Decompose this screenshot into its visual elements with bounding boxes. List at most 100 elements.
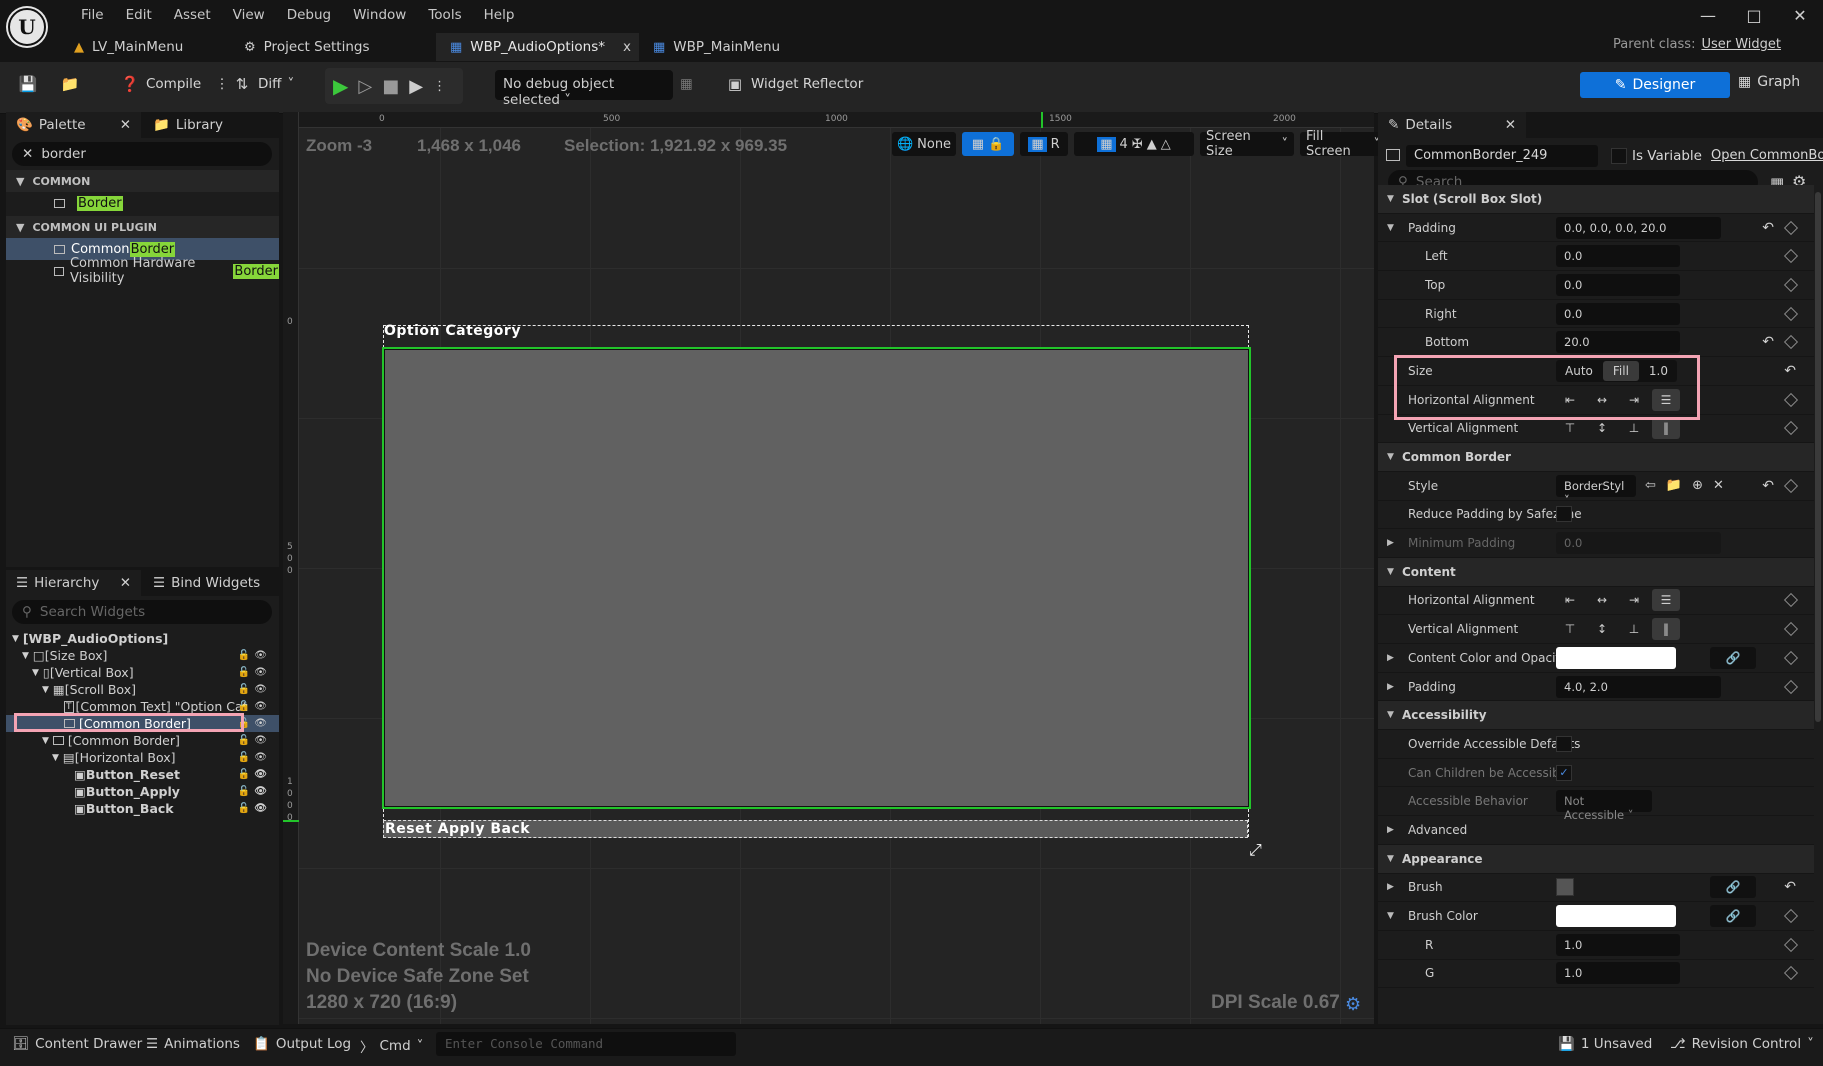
lock-eye-icon[interactable]: 🔓👁 — [238, 786, 271, 797]
section-slot[interactable]: ▼ Slot (Scroll Box Slot) — [1378, 185, 1814, 214]
close-icon[interactable]: ✕ — [120, 117, 131, 133]
brush-color-swatch[interactable] — [1556, 905, 1676, 928]
tab-wbp-audiooptions[interactable]: ▦ WBP_AudioOptions* x — [436, 33, 639, 61]
more-icon[interactable]: ⋮ — [433, 79, 446, 94]
section-content[interactable]: ▼ Content — [1378, 557, 1814, 587]
tab-hierarchy[interactable]: ☰ Hierarchy ✕ — [6, 570, 141, 596]
stop-icon[interactable]: ■ — [382, 76, 399, 97]
tab-wbp-mainmenu[interactable]: ▦ WBP_MainMenu — [639, 33, 819, 61]
tree-row[interactable]: ▼ ▦ [Scroll Box] 🔓👁 — [6, 681, 279, 698]
unsaved-button[interactable]: 💾 1 Unsaved — [1558, 1036, 1652, 1052]
align-top-icon[interactable]: ⊤ — [1556, 618, 1584, 640]
section-accessibility[interactable]: ▼ Accessibility — [1378, 701, 1814, 731]
settings-gear-icon[interactable]: ⚙ — [1345, 994, 1361, 1015]
browse-icon[interactable]: 📁 — [1666, 478, 1682, 493]
keyframe-icon[interactable] — [1783, 306, 1799, 321]
align-fill-icon[interactable]: ☰ — [1652, 589, 1680, 612]
tab-bind-widgets[interactable]: ☰ Bind Widgets — [143, 570, 270, 596]
brush-preview[interactable] — [1556, 878, 1574, 897]
lock-eye-icon[interactable]: 🔓👁 — [238, 769, 271, 780]
menu-help[interactable]: Help — [473, 7, 526, 23]
link-icon[interactable]: 🔗 — [1710, 876, 1756, 899]
keyframe-icon[interactable] — [1783, 335, 1799, 350]
lock-eye-icon[interactable]: 🔓👁 — [238, 650, 271, 661]
keyframe-icon[interactable] — [1783, 478, 1799, 493]
more-icon[interactable]: ⋮ — [215, 76, 229, 92]
keyframe-icon[interactable] — [1783, 966, 1799, 981]
lock-eye-icon[interactable]: 🔓👁 — [238, 752, 271, 763]
menu-window[interactable]: Window — [342, 7, 417, 23]
palette-item-common-hardware-visibility-border[interactable]: Common Hardware Visibility Border — [6, 256, 279, 286]
lock-eye-icon[interactable]: 🔓👁 — [238, 667, 271, 678]
is-variable-checkbox[interactable] — [1611, 148, 1627, 164]
tab-palette[interactable]: 🎨 Palette ✕ — [6, 112, 141, 138]
tree-row[interactable]: ▣ Button_Apply 🔓👁 — [6, 783, 279, 800]
details-scrollbar[interactable] — [1815, 192, 1821, 722]
screen-size-dropdown[interactable]: Screen Size ˅ — [1200, 129, 1294, 159]
save-icon[interactable]: 💾 — [18, 74, 38, 94]
align-bottom-icon[interactable]: ⊥ — [1620, 618, 1648, 640]
reset-icon[interactable]: ↶ — [1762, 334, 1774, 350]
locale-button[interactable]: 🌐 None — [892, 132, 956, 156]
keyframe-icon[interactable] — [1783, 622, 1799, 637]
align-left-icon[interactable]: ⇤ — [1556, 589, 1584, 611]
keyframe-icon[interactable] — [1783, 277, 1799, 292]
clear-icon[interactable]: ✕ — [22, 146, 33, 162]
palette-item-border[interactable]: Border — [6, 192, 279, 214]
play-icon[interactable]: ▶ — [333, 74, 348, 98]
hierarchy-search-input[interactable]: ⚲ Search Widgets — [12, 600, 272, 624]
reset-icon[interactable]: ↶ — [1784, 879, 1796, 895]
lock-eye-icon[interactable]: 🔓👁 — [238, 701, 271, 712]
section-appearance[interactable]: ▼ Appearance — [1378, 844, 1814, 874]
common-border-selected[interactable] — [382, 347, 1251, 809]
section-common-border[interactable]: ▼ Common Border — [1378, 443, 1814, 472]
animations-button[interactable]: ☰ Animations — [146, 1036, 240, 1052]
keyframe-icon[interactable] — [1783, 392, 1799, 407]
align-center-icon[interactable]: ↔ — [1588, 589, 1616, 611]
tree-row[interactable]: ▼ □ [Size Box] 🔓👁 — [6, 647, 279, 664]
reset-icon[interactable]: ↶ — [1784, 363, 1796, 379]
palette-search-input[interactable]: ✕ border — [12, 142, 272, 166]
align-fill-vertical-icon[interactable]: ‖ — [1652, 618, 1680, 641]
align-right-icon[interactable]: ⇥ — [1620, 589, 1648, 611]
content-color-swatch[interactable] — [1556, 646, 1676, 669]
tab-lv-mainmenu[interactable]: ▲ LV_MainMenu — [60, 33, 230, 61]
link-icon[interactable]: 🔗 — [1710, 905, 1756, 928]
revision-control-button[interactable]: ⎇ Revision Control ˅ — [1670, 1036, 1814, 1052]
tree-row[interactable]: ▼ ▯ [Vertical Box] 🔓👁 — [6, 664, 279, 681]
link-icon[interactable]: 🔗 — [1710, 646, 1756, 669]
menu-tools[interactable]: Tools — [417, 7, 472, 23]
graph-button[interactable]: ▦ Graph — [1738, 74, 1800, 90]
close-icon[interactable]: ✕ — [1505, 117, 1516, 133]
use-selected-icon[interactable]: ⇦ — [1645, 478, 1656, 493]
debug-object-select[interactable]: No debug object selected ˅ — [495, 70, 673, 108]
step-icon[interactable]: ▷ — [358, 76, 372, 97]
keyframe-icon[interactable] — [1783, 908, 1799, 924]
add-icon[interactable]: ⊕ — [1692, 478, 1703, 493]
console-input[interactable]: Enter Console Command — [436, 1032, 736, 1056]
lock-eye-icon[interactable]: 🔓👁 — [238, 684, 271, 695]
palette-category-common-ui[interactable]: ▼ COMMON UI PLUGIN — [6, 216, 279, 238]
resize-handle-icon[interactable]: ⤢ — [1249, 840, 1262, 860]
unreal-logo-icon[interactable]: U — [8, 8, 46, 46]
grid-snap-controls[interactable]: ▦ 4 ✠ ▲ △ — [1074, 132, 1194, 156]
tree-row[interactable]: ▼ [WBP_AudioOptions] — [6, 630, 279, 647]
reduce-padding-checkbox[interactable] — [1556, 506, 1572, 523]
close-icon[interactable]: ✕ — [1777, 0, 1823, 30]
reset-icon[interactable]: ↶ — [1762, 220, 1774, 236]
menu-debug[interactable]: Debug — [276, 7, 342, 23]
tab-library[interactable]: 📁 Library — [143, 112, 233, 138]
align-middle-icon[interactable]: ↕ — [1588, 618, 1616, 640]
tab-details[interactable]: ✎ Details ✕ — [1378, 112, 1526, 138]
minimize-icon[interactable]: — — [1685, 0, 1731, 30]
lock-toggle[interactable]: ▦ 🔒 — [962, 132, 1014, 156]
clear-icon[interactable]: ✕ — [1713, 478, 1724, 493]
output-log-button[interactable]: 📋 Output Log — [253, 1036, 351, 1052]
keyframe-icon[interactable] — [1783, 421, 1799, 436]
buttons-text[interactable]: Reset Apply Back — [385, 821, 530, 837]
widget-name-field[interactable]: CommonBorder_249 — [1406, 145, 1598, 167]
lock-eye-icon[interactable]: 🔓👁 — [238, 803, 271, 814]
eject-icon[interactable]: ▶ — [409, 76, 423, 97]
override-checkbox[interactable] — [1556, 735, 1572, 752]
reset-icon[interactable]: ↶ — [1762, 478, 1774, 494]
